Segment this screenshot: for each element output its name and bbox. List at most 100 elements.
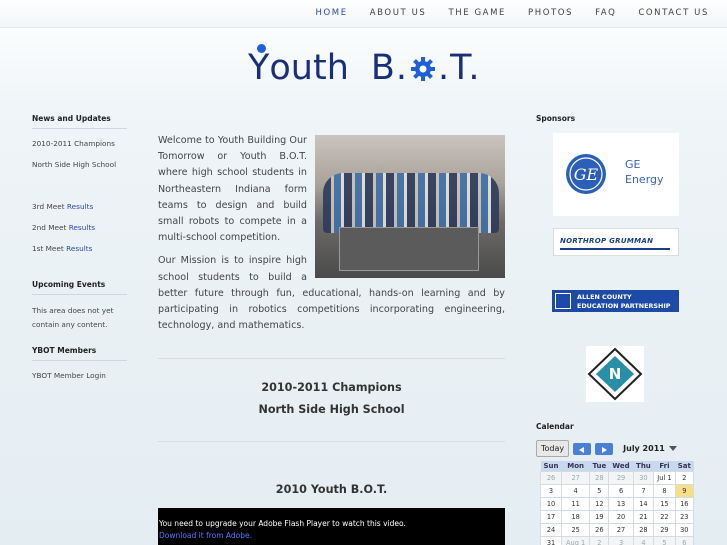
news-title: News and Updates	[32, 114, 127, 129]
left-sidebar: News and Updates 2010-2011 Champions Nor…	[32, 114, 127, 401]
day-header: Sat	[675, 461, 694, 472]
calendar-day[interactable]: Aug 1	[561, 536, 591, 545]
calendar-day[interactable]: 15	[653, 497, 676, 511]
calendar-day[interactable]: 5	[653, 536, 676, 545]
site-logo[interactable]: Youth B. .T.	[248, 44, 481, 88]
calendar-next-button[interactable]	[595, 442, 614, 455]
divider	[158, 441, 505, 443]
day-header: Wed	[608, 461, 634, 472]
nav-contact-us[interactable]: CONTACT US	[638, 8, 709, 18]
main-nav: HOME ABOUT US THE GAME PHOTOS FAQ CONTAC…	[294, 8, 709, 18]
calendar-day[interactable]: 13	[608, 497, 634, 511]
chevron-down-icon[interactable]	[668, 445, 677, 452]
calendar-day[interactable]: 4	[561, 484, 591, 498]
day-header: Thu	[633, 461, 654, 472]
events-text: This area does not yet contain any conte…	[32, 306, 114, 329]
sponsors-title: Sponsors	[536, 114, 576, 123]
calendar-widget: Calendar Today July 2011 Sun Mon Tue Wed…	[536, 422, 695, 545]
news-item: 2010-2011 Champions	[32, 139, 115, 148]
calendar-day[interactable]: 3	[539, 484, 563, 498]
calendar-day[interactable]: 27	[561, 471, 591, 485]
sponsor-n-logo[interactable]: N	[586, 346, 644, 402]
calendar-day[interactable]: 28	[632, 523, 655, 537]
calendar-day[interactable]: 8	[653, 484, 676, 498]
ge-monogram-icon: GE	[566, 154, 606, 194]
flash-message: You need to upgrade your Adobe Flash Pla…	[159, 519, 406, 528]
energy-text: Energy	[625, 173, 664, 186]
calendar-day[interactable]: 7	[632, 484, 655, 498]
calendar-day[interactable]: 19	[589, 510, 610, 524]
video-title: 2010 Youth B.O.T.	[275, 483, 388, 497]
svg-text:N: N	[609, 365, 622, 383]
calendar-day[interactable]: 9	[674, 484, 695, 498]
champions-school: North Side High School	[258, 403, 405, 417]
northrop-grumman-logo[interactable]: NORTHROP GRUMMAN	[553, 228, 679, 256]
gear-icon	[411, 57, 436, 81]
calendar-day[interactable]: 20	[608, 510, 634, 524]
nav-home[interactable]: HOME	[316, 8, 348, 18]
calendar-day[interactable]: 22	[653, 510, 676, 524]
calendar-day[interactable]: 11	[561, 497, 591, 511]
team-photo	[315, 135, 505, 278]
calendar-day[interactable]: 14	[632, 497, 655, 511]
calendar-day[interactable]: 4	[632, 536, 655, 545]
ge-energy-logo[interactable]: GE GE Energy	[553, 133, 679, 216]
calendar-day[interactable]: 29	[653, 523, 676, 537]
chevron-left-icon	[579, 446, 585, 453]
calendar-day[interactable]: 30	[632, 471, 655, 485]
calendar-day[interactable]: 27	[608, 523, 634, 537]
results-item: 2nd Meet Results	[32, 223, 96, 232]
calendar-day[interactable]: 6	[608, 484, 634, 498]
intro-text: Welcome to Youth Building Our Tomorrow o…	[158, 133, 505, 334]
ge-text: GE	[625, 158, 641, 171]
calendar-day[interactable]: 29	[608, 471, 634, 485]
allen-line2: EDUCATION PARTNERSHIP	[577, 302, 671, 310]
calendar-day[interactable]: 5	[589, 484, 610, 498]
calendar-day[interactable]: 30	[674, 523, 695, 537]
logo-y: Y	[248, 44, 269, 88]
calendar-day[interactable]: 16	[674, 497, 695, 511]
calendar-day[interactable]: 10	[539, 497, 563, 511]
calendar-day[interactable]: 3	[608, 536, 634, 545]
calendar-day[interactable]: 26	[589, 523, 610, 537]
top-bar: HOME ABOUT US THE GAME PHOTOS FAQ CONTAC…	[0, 0, 727, 28]
calendar-toolbar: Today July 2011	[536, 440, 694, 457]
allen-county-mark-icon	[555, 293, 571, 309]
calendar-day[interactable]: 2	[674, 471, 695, 485]
calendar-day[interactable]: 6	[674, 536, 695, 545]
calendar-day[interactable]: 31	[539, 536, 563, 545]
results-link-1st[interactable]: Results	[66, 244, 92, 253]
logo-outh: outh	[269, 48, 349, 88]
calendar-day[interactable]: 26	[539, 471, 563, 485]
results-link-3rd[interactable]: Results	[67, 202, 93, 211]
calendar-day[interactable]: 25	[561, 523, 591, 537]
nav-faq[interactable]: FAQ	[595, 8, 616, 18]
nav-photos[interactable]: PHOTOS	[528, 8, 573, 18]
nav-the-game[interactable]: THE GAME	[448, 8, 506, 18]
results-item: 3rd Meet Results	[32, 202, 94, 211]
champions-title: 2010-2011 Champions	[261, 381, 402, 395]
calendar-day[interactable]: 21	[632, 510, 655, 524]
calendar-day[interactable]: 17	[539, 510, 563, 524]
calendar-prev-button[interactable]	[573, 442, 592, 455]
calendar-day[interactable]: Jul 1	[653, 471, 676, 485]
calendar-today-button[interactable]: Today	[536, 440, 570, 457]
calendar-day[interactable]: 18	[561, 510, 591, 524]
calendar-day[interactable]: 12	[589, 497, 610, 511]
day-header: Fri	[653, 461, 676, 472]
download-flash-link[interactable]: Download it from Adobe.	[159, 531, 505, 540]
results-link-2nd[interactable]: Results	[69, 223, 95, 232]
nav-about-us[interactable]: ABOUT US	[370, 8, 427, 18]
logo-dot-icon	[257, 44, 266, 53]
calendar-day[interactable]: 28	[589, 471, 610, 485]
calendar-day[interactable]: 23	[674, 510, 695, 524]
calendar-day[interactable]: 24	[539, 523, 563, 537]
calendar-month[interactable]: July 2011	[623, 444, 665, 453]
calendar-day[interactable]: 2	[589, 536, 610, 545]
n-emblem-icon: N	[587, 347, 643, 401]
day-header: Tue	[589, 461, 609, 472]
allen-county-logo[interactable]: ALLEN COUNTY EDUCATION PARTNERSHIP	[552, 290, 679, 312]
member-login-link[interactable]: YBOT Member Login	[32, 370, 127, 381]
day-header: Sun	[540, 461, 562, 472]
main-content: Welcome to Youth Building Our Tomorrow o…	[158, 133, 505, 496]
